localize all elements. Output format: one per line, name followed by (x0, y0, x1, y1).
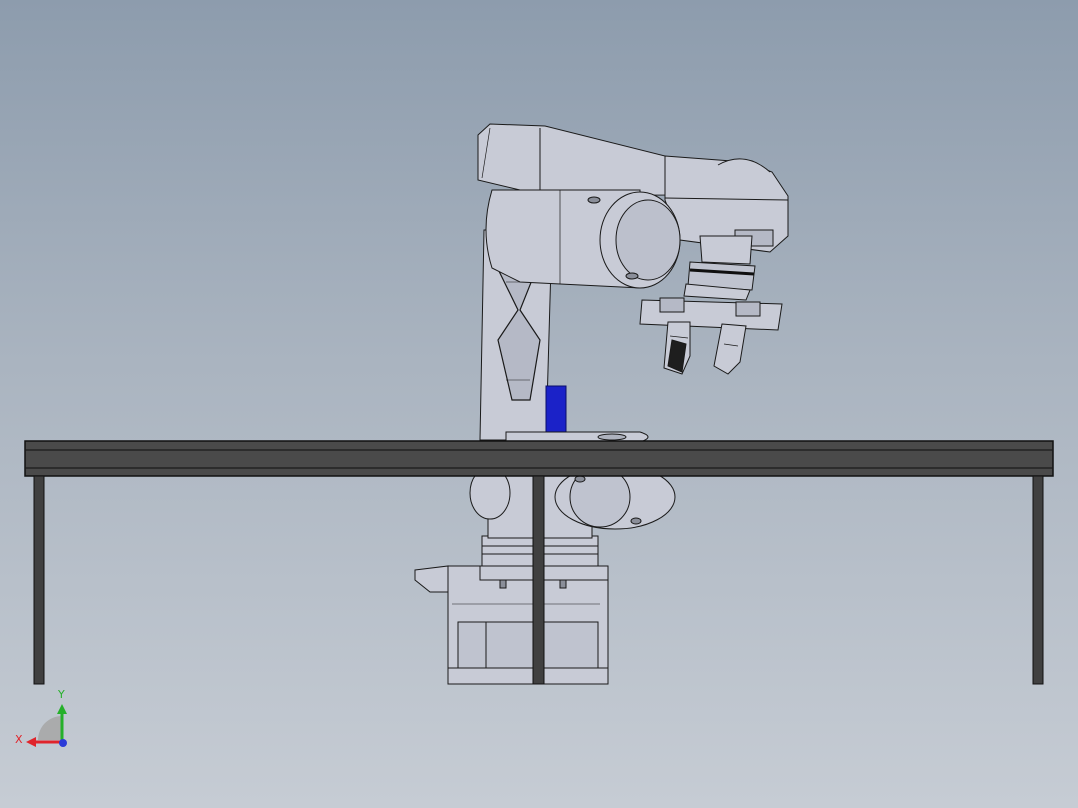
triad-plane (38, 716, 62, 740)
model-scene[interactable] (0, 0, 1078, 808)
robot-base[interactable] (414, 565, 609, 685)
robot-gripper[interactable] (639, 297, 783, 375)
triad-y-label: Y (58, 688, 65, 701)
robot-wrist[interactable] (683, 235, 756, 301)
triad-z-axis (59, 739, 67, 747)
table[interactable] (24, 440, 1054, 685)
table-leg-right[interactable] (1032, 475, 1044, 685)
table-leg-left[interactable] (33, 475, 45, 685)
triad-x-label: X (15, 733, 23, 746)
blue-marker-block[interactable] (545, 385, 567, 433)
reference-triad (26, 704, 67, 747)
table-leg-middle[interactable] (532, 475, 545, 685)
graphics-viewport[interactable]: X Y (0, 0, 1078, 808)
table-top[interactable] (24, 440, 1054, 477)
robot-turret[interactable] (469, 464, 676, 567)
robot-elbow-joint[interactable] (485, 189, 681, 289)
